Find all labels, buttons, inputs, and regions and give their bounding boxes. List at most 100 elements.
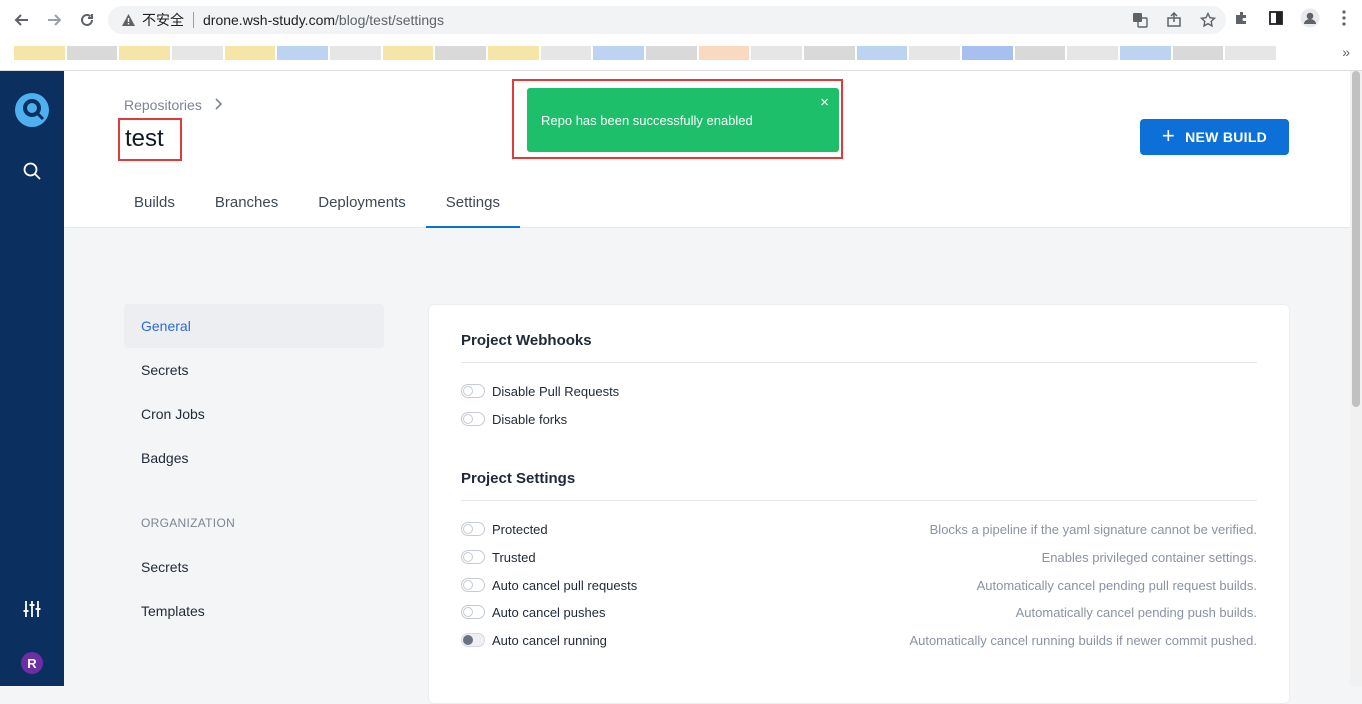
bookmark-item[interactable]	[1014, 46, 1066, 60]
bookmark-item[interactable]	[962, 46, 1013, 60]
option-description: Blocks a pipeline if the yaml signature …	[929, 521, 1257, 537]
option-description: Automatically cancel pending pull reques…	[976, 577, 1257, 593]
bookmark-item[interactable]	[435, 46, 487, 60]
trusted-toggle[interactable]	[461, 550, 485, 564]
option-description: Automatically cancel pending push builds…	[1015, 604, 1257, 620]
back-icon[interactable]	[11, 9, 33, 31]
settings-sliders-icon[interactable]	[22, 599, 42, 619]
profile-icon[interactable]	[1300, 8, 1320, 28]
tab-settings[interactable]: Settings	[425, 177, 521, 228]
bookmark-item[interactable]	[66, 46, 118, 60]
side-panel-icon[interactable]	[1266, 8, 1286, 28]
tab-deployments[interactable]: Deployments	[298, 177, 426, 228]
url-path: /blog/test/settings	[335, 12, 444, 28]
forward-icon[interactable]	[43, 9, 65, 31]
main-content: Repositories test Repo has been successf…	[64, 71, 1350, 704]
bookmark-item[interactable]	[14, 46, 65, 60]
bookmark-star-icon[interactable]	[1198, 10, 1218, 30]
bookmark-item[interactable]	[488, 46, 539, 60]
bookmark-item[interactable]	[698, 46, 750, 60]
option-disable-pull-requests: Disable Pull Requests	[461, 381, 1257, 401]
repo-tabs: Builds Branches Deployments Settings	[114, 177, 521, 228]
bookmark-item[interactable]	[1225, 46, 1277, 60]
drone-logo-icon[interactable]	[15, 93, 49, 127]
disable-pull-requests-toggle[interactable]	[461, 384, 485, 398]
settings-nav-org-secrets[interactable]: Secrets	[124, 545, 384, 589]
more-bookmarks-chevron-icon[interactable]: »	[1342, 44, 1350, 60]
menu-dots-icon[interactable]	[1334, 8, 1354, 28]
breadcrumb[interactable]: Repositories	[124, 97, 222, 113]
chevron-right-icon	[214, 97, 222, 113]
bookmark-item[interactable]	[172, 46, 223, 60]
option-label: Disable forks	[492, 411, 568, 427]
translate-icon[interactable]	[1130, 10, 1150, 30]
bookmark-item[interactable]	[804, 46, 855, 60]
bookmark-item[interactable]	[330, 46, 381, 60]
option-description: Enables privileged container settings.	[1041, 549, 1257, 565]
bookmark-item[interactable]	[382, 46, 434, 60]
bookmark-item[interactable]	[1172, 46, 1224, 60]
share-icon[interactable]	[1164, 10, 1184, 30]
option-label: Disable Pull Requests	[492, 383, 620, 399]
bookmark-item[interactable]	[277, 46, 329, 60]
new-build-label: NEW BUILD	[1185, 129, 1268, 145]
bookmark-item[interactable]	[909, 46, 961, 60]
option-label: Auto cancel pushes	[492, 604, 606, 620]
address-bar[interactable]: 不安全 drone.wsh-study.com /blog/test/setti…	[108, 6, 1226, 34]
drone-app: R Repositories test Repo has been succes…	[0, 71, 1362, 704]
bookmark-item[interactable]	[646, 46, 697, 60]
general-settings-card: Project Webhooks Disable Pull Requests D…	[428, 304, 1290, 704]
app-sidebar: R	[0, 71, 64, 686]
bookmarks-bar: »	[0, 40, 1362, 71]
webhooks-title: Project Webhooks	[461, 332, 592, 349]
repo-header: Repositories test Repo has been successf…	[64, 71, 1350, 228]
reload-icon[interactable]	[76, 9, 98, 31]
browser-actions	[1232, 8, 1354, 28]
omnibox-separator	[193, 12, 194, 28]
warning-icon[interactable]	[120, 12, 136, 28]
settings-nav-general[interactable]: General	[124, 304, 384, 348]
option-trusted: Trusted Enables privileged container set…	[461, 547, 1257, 567]
disable-forks-toggle[interactable]	[461, 412, 485, 426]
option-auto-cancel-running: Auto cancel running Automatically cancel…	[461, 630, 1257, 650]
search-icon[interactable]	[22, 161, 42, 181]
new-build-button[interactable]: + NEW BUILD	[1140, 119, 1289, 155]
tab-branches[interactable]: Branches	[195, 177, 298, 228]
bookmark-item[interactable]	[224, 46, 276, 60]
settings-nav-secrets[interactable]: Secrets	[124, 348, 384, 392]
success-toast: Repo has been successfully enabled ×	[527, 88, 839, 152]
user-avatar[interactable]: R	[21, 652, 43, 674]
option-label: Trusted	[492, 549, 536, 565]
breadcrumb-repositories[interactable]: Repositories	[124, 97, 202, 113]
option-description: Automatically cancel running builds if n…	[909, 632, 1257, 648]
page-scrollbar[interactable]	[1350, 71, 1362, 686]
bookmark-item[interactable]	[1120, 46, 1171, 60]
section-divider	[461, 500, 1257, 501]
browser-toolbar: 不安全 drone.wsh-study.com /blog/test/setti…	[0, 0, 1362, 40]
extensions-icon[interactable]	[1232, 8, 1252, 28]
auto-cancel-pull-requests-toggle[interactable]	[461, 578, 485, 592]
bookmark-item[interactable]	[1067, 46, 1119, 60]
project-settings-title: Project Settings	[461, 470, 576, 487]
auto-cancel-running-toggle[interactable]	[461, 633, 485, 647]
scrollbar-thumb[interactable]	[1352, 71, 1360, 407]
close-icon[interactable]: ×	[820, 95, 829, 110]
protected-toggle[interactable]	[461, 522, 485, 536]
bookmark-item[interactable]	[593, 46, 645, 60]
url-host: drone.wsh-study.com	[203, 12, 336, 28]
bookmark-item[interactable]	[119, 46, 171, 60]
auto-cancel-pushes-toggle[interactable]	[461, 605, 485, 619]
bookmark-item[interactable]	[540, 46, 592, 60]
bookmark-item[interactable]	[751, 46, 803, 60]
option-auto-cancel-pushes: Auto cancel pushes Automatically cancel …	[461, 602, 1257, 622]
bookmarks-blurred	[14, 46, 1277, 60]
bookmark-item[interactable]	[856, 46, 908, 60]
option-label: Protected	[492, 521, 548, 537]
settings-nav-badges[interactable]: Badges	[124, 436, 384, 480]
option-label: Auto cancel running	[492, 632, 607, 648]
settings-nav-cron-jobs[interactable]: Cron Jobs	[124, 392, 384, 436]
organization-section-title: ORGANIZATION	[141, 516, 236, 530]
option-label: Auto cancel pull requests	[492, 577, 638, 593]
settings-nav-templates[interactable]: Templates	[124, 589, 384, 633]
tab-builds[interactable]: Builds	[114, 177, 195, 228]
